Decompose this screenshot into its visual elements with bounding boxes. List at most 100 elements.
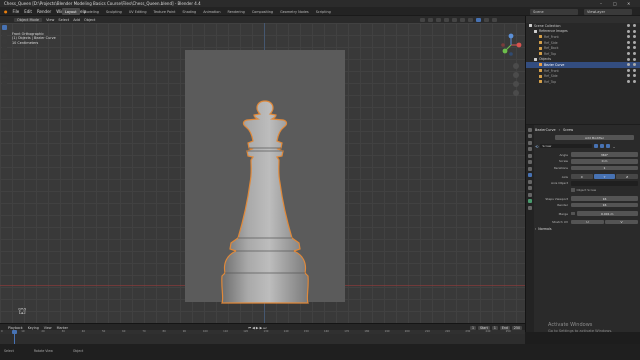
close-icon[interactable]: ✕ [627,1,630,6]
normals-section[interactable]: › Normals [535,227,638,232]
object-screw-checkbox[interactable]: Object Screw [535,187,638,193]
material-shading-icon[interactable] [484,17,489,22]
tab-uv-editing[interactable]: UV Editing [126,8,150,15]
eye-icon[interactable] [627,79,630,83]
proportional-edit-icon[interactable] [444,17,449,22]
viewport-toggle-icon[interactable] [600,144,605,148]
menu-edit[interactable]: Edit [24,9,32,14]
material-tab-icon[interactable] [528,205,532,210]
minimize-icon[interactable]: – [600,1,602,6]
eye-icon[interactable] [627,35,630,39]
menu-view[interactable]: View [46,18,54,22]
scale-icon[interactable] [2,53,7,58]
camera-icon[interactable] [633,79,636,83]
3d-viewport[interactable]: Front Orthographic (1) Objects | Bezier … [0,23,525,323]
modifier-tab-icon[interactable] [528,173,532,177]
eye-icon[interactable] [627,63,630,67]
eye-icon[interactable] [627,24,630,27]
render-tab-icon[interactable] [528,134,532,138]
axis-y-button[interactable]: Y [593,174,616,179]
add-cube-icon[interactable] [2,81,7,86]
pan-icon[interactable] [513,72,519,78]
camera-icon[interactable] [633,68,636,72]
stretch-v-toggle[interactable]: V [605,219,638,225]
rotate-icon[interactable] [2,46,7,51]
tab-layout[interactable]: Layout [62,8,80,15]
select-box-icon[interactable] [2,25,7,30]
object-tab-icon[interactable] [528,166,532,171]
chess-queen-model[interactable] [180,93,350,318]
solid-shading-icon[interactable] [476,17,481,22]
world-tab-icon[interactable] [528,160,532,164]
scene-tab-icon[interactable] [528,153,532,158]
camera-view-icon[interactable] [513,81,519,87]
data-tab-icon[interactable] [528,199,532,203]
blender-logo-icon[interactable]: ● [4,9,8,14]
outliner-row[interactable]: Ref_Top [526,79,640,85]
menu-playback[interactable]: Playback [8,326,23,330]
cursor-icon[interactable] [2,32,7,37]
menu-object[interactable]: Object [84,18,95,22]
transform-orientation-icon[interactable] [420,17,425,22]
playhead-line[interactable] [14,334,15,344]
menu-timeline-view[interactable]: View [44,326,52,330]
timeline-ruler[interactable]: 0 10 20 30 40 50 60 70 80 90 100 110 120 130 140 150 160… [0,330,525,334]
object-mode-dropdown[interactable]: Object Mode [14,17,43,22]
camera-icon[interactable] [633,74,636,78]
render-toggle-icon[interactable] [606,144,611,148]
eye-icon[interactable] [627,57,630,61]
tab-geometry-nodes[interactable]: Geometry Nodes [277,8,312,15]
jump-end-icon[interactable]: ⏭ [263,326,266,330]
eye-icon[interactable] [627,51,630,55]
add-modifier-button[interactable]: Add Modifier [555,135,634,140]
axis-z-button[interactable]: Z [616,174,639,179]
play-icon[interactable]: ▶ [256,326,259,330]
eye-icon[interactable] [627,68,630,72]
annotate-icon[interactable] [2,67,7,72]
menu-file[interactable]: File [13,9,20,14]
physics-tab-icon[interactable] [528,186,532,190]
maximize-icon[interactable]: □ [613,1,617,6]
zoom-icon[interactable] [513,63,519,69]
camera-icon[interactable] [633,40,636,44]
tab-animation[interactable]: Animation [200,8,223,15]
tab-shading[interactable]: Shading [179,8,199,15]
camera-icon[interactable] [633,29,636,33]
camera-icon[interactable] [633,51,636,55]
snap-icon[interactable] [436,17,441,22]
modifier-name-field[interactable]: Screw [540,143,593,149]
view-layer-selector[interactable]: ViewLayer [584,8,632,15]
navigation-gizmo[interactable] [500,33,522,57]
scene-selector[interactable]: Scene [530,8,578,15]
camera-icon[interactable] [633,46,636,50]
menu-render[interactable]: Render [37,9,51,14]
playhead[interactable] [12,330,17,334]
tab-rendering[interactable]: Rendering [224,8,247,15]
modifier-menu-icon[interactable]: ⌄ [612,144,615,149]
eye-icon[interactable] [627,74,630,78]
eye-icon[interactable] [627,40,630,44]
perspective-toggle-icon[interactable] [513,90,519,96]
eye-icon[interactable] [627,29,630,33]
tab-compositing[interactable]: Compositing [249,8,276,15]
prev-key-icon[interactable]: ◀ [252,326,255,330]
jump-start-icon[interactable]: ⏮ [248,326,251,330]
pivot-icon[interactable] [428,17,433,22]
axis-x-button[interactable]: X [571,174,593,179]
menu-select[interactable]: Select [58,18,69,22]
constraints-tab-icon[interactable] [528,192,532,197]
menu-marker[interactable]: Marker [57,326,68,330]
view-layer-tab-icon[interactable] [528,147,532,151]
eye-icon[interactable] [627,46,630,50]
output-tab-icon[interactable] [528,140,532,145]
overlays-icon[interactable] [460,17,465,22]
tab-scripting[interactable]: Scripting [313,8,334,15]
move-icon[interactable] [2,39,7,44]
menu-add[interactable]: Add [73,18,80,22]
camera-icon[interactable] [633,63,636,67]
menu-keying[interactable]: Keying [28,326,39,330]
start-frame-field[interactable]: 1 [491,325,498,330]
tab-texture-paint[interactable]: Texture Paint [151,8,179,15]
particles-tab-icon[interactable] [528,179,532,184]
current-frame-field[interactable]: 1 [470,325,477,330]
